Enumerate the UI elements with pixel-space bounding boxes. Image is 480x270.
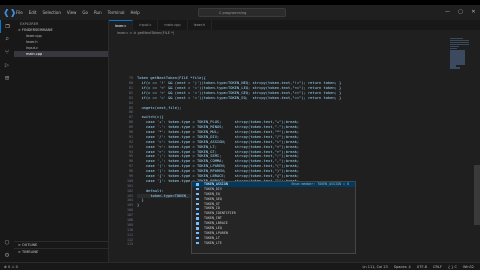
explorer-icon[interactable]: ❐ <box>0 20 14 33</box>
code-line: if(c == '=' && (next = '=')(token.type=T… <box>137 95 342 100</box>
autocomplete-suggestions[interactable]: TOKEN_ASSIGN Enum member: TOKEN_ASSIGN = … <box>191 181 356 254</box>
menu-item-selection[interactable]: Selection <box>42 10 60 15</box>
source-control-icon[interactable]: ⑂ <box>0 46 14 59</box>
menu-item-help[interactable]: Help <box>131 10 140 15</box>
menu-item-view[interactable]: View <box>67 10 77 15</box>
gear-icon[interactable]: ⚙ <box>0 249 14 262</box>
run-debug-icon[interactable]: ▷ <box>0 59 14 72</box>
vscode-logo-icon: ❰❱ <box>3 7 17 17</box>
title-bar: ❰❱ File Edit Selection View Go Run Terminal Hel… <box>0 5 480 20</box>
menu-bar: File Edit Selection View Go Run Terminal Help <box>16 10 146 15</box>
account-icon[interactable]: ◯ <box>0 236 14 249</box>
extensions-icon[interactable]: ⊞ <box>0 72 14 85</box>
line-number-gutter: 79 80 81 82 83 84 85 86 87 88 89 90 91 92 93 94 95 96 97 98… <box>109 37 137 262</box>
minimize-button[interactable]: — <box>441 5 454 20</box>
tab-lexer-h[interactable]: lexer.h <box>187 20 213 30</box>
menu-item-run[interactable]: Run <box>94 10 102 15</box>
menu-item-go[interactable]: Go <box>82 10 88 15</box>
status-item[interactable]: Win32 <box>463 265 474 269</box>
file-list: lexer.cpp lexer.h input.c main.cpp <box>14 33 108 57</box>
command-center-label: C programming <box>219 11 247 15</box>
menu-item-edit[interactable]: Edit <box>29 10 37 15</box>
breadcrumb[interactable]: lexer.c > ⊘ getNextToken(FILE *) <box>109 30 480 37</box>
menu-item-file[interactable]: File <box>16 10 23 15</box>
maximize-button[interactable]: ▢ <box>454 5 467 20</box>
status-item[interactable]: { } C <box>448 265 457 269</box>
tab-input-c[interactable]: input.c <box>133 20 159 30</box>
status-item[interactable]: CRLF <box>433 265 442 269</box>
tab-main-cpp[interactable]: main.cpp <box>158 20 188 30</box>
status-right-items: Ln 111, Col 23 Spaces: 4 UTF-8 CRLF { } C Win… <box>362 265 480 269</box>
status-item[interactable]: UTF-8 <box>417 265 427 269</box>
problems-indicator[interactable]: ⊗ 0 ⚠ 0 <box>4 265 18 269</box>
tab-lexer-c[interactable]: lexer.c <box>109 20 134 30</box>
status-bar: ⊗ 0 ⚠ 0 Ln 111, Col 23 Spaces: 4 UTF-8 CRLF… <box>0 262 480 270</box>
outline-section[interactable]: > OUTLINE <box>14 241 109 248</box>
explorer-header: EXPLORER <box>20 22 39 26</box>
explorer-sidebar: EXPLORER > FINDERSEMMANE lexer.cpp lexer.… <box>14 20 109 262</box>
timeline-section[interactable]: > TIMELINE <box>14 248 109 255</box>
menu-item-terminal[interactable]: Terminal <box>108 10 125 15</box>
file-item[interactable]: main.cpp <box>14 51 108 57</box>
status-item[interactable]: Ln 111, Col 23 <box>362 265 387 269</box>
status-item[interactable]: Spaces: 4 <box>394 265 411 269</box>
vertical-scrollbar[interactable] <box>474 165 480 225</box>
editor-tabs: lexer.c input.c main.cpp lexer.h <box>109 20 480 30</box>
activity-bar: ❐ ⌕ ⑂ ▷ ⊞ ◯ ⚙ <box>0 20 14 262</box>
close-button[interactable]: ✕ <box>467 5 480 20</box>
line-number: 113 <box>127 242 133 247</box>
suggestion-item[interactable]: TOKEN_LTE <box>192 241 355 246</box>
command-center[interactable]: C programming <box>198 8 286 17</box>
window-controls: — ▢ ✕ <box>441 5 480 20</box>
search-icon[interactable]: ⌕ <box>0 33 14 46</box>
minimap[interactable] <box>450 37 472 117</box>
